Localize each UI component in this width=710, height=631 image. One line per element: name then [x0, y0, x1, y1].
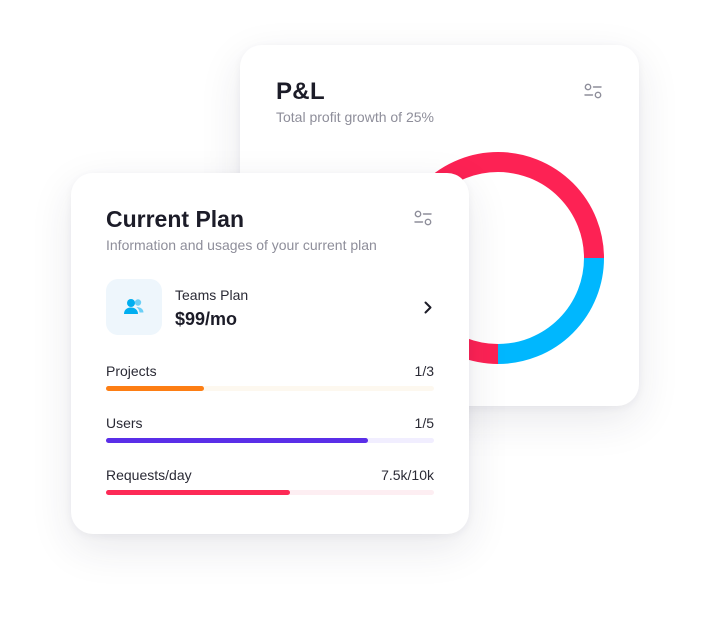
sliders-icon[interactable]	[414, 210, 432, 226]
current-plan-card: Current Plan Information and usages of y…	[71, 173, 469, 534]
usage-value: 1/3	[414, 363, 434, 379]
donut-segment-remaining	[497, 257, 604, 364]
usage-track	[106, 386, 434, 391]
usage-label: Users	[106, 415, 143, 431]
usage-fill	[106, 386, 205, 391]
users-icon	[124, 299, 144, 314]
plan-price: $99/mo	[175, 309, 238, 329]
plan-name: Teams Plan	[175, 287, 249, 303]
usage-requests: Requests/day 7.5k/10k	[106, 467, 434, 497]
sliders-icon[interactable]	[584, 83, 602, 99]
usage-projects: Projects 1/3	[106, 363, 434, 393]
plan-card-subtitle: Information and usages of your current p…	[106, 237, 377, 253]
usage-fill	[106, 490, 290, 495]
usage-value: 7.5k/10k	[381, 467, 434, 483]
pl-title: P&L	[276, 78, 325, 105]
usage-label: Requests/day	[106, 467, 192, 483]
pl-subtitle: Total profit growth of 25%	[276, 109, 434, 125]
usage-fill	[106, 438, 369, 443]
usage-value: 1/5	[414, 415, 434, 431]
usage-label: Projects	[106, 363, 157, 379]
usage-track	[106, 438, 434, 443]
plan-summary-row[interactable]: Teams Plan $99/mo	[106, 279, 436, 337]
usage-users: Users 1/5	[106, 415, 434, 445]
chevron-right-icon[interactable]	[424, 301, 432, 314]
plan-avatar	[106, 279, 162, 335]
plan-card-title: Current Plan	[106, 206, 245, 232]
usage-track	[106, 490, 434, 495]
